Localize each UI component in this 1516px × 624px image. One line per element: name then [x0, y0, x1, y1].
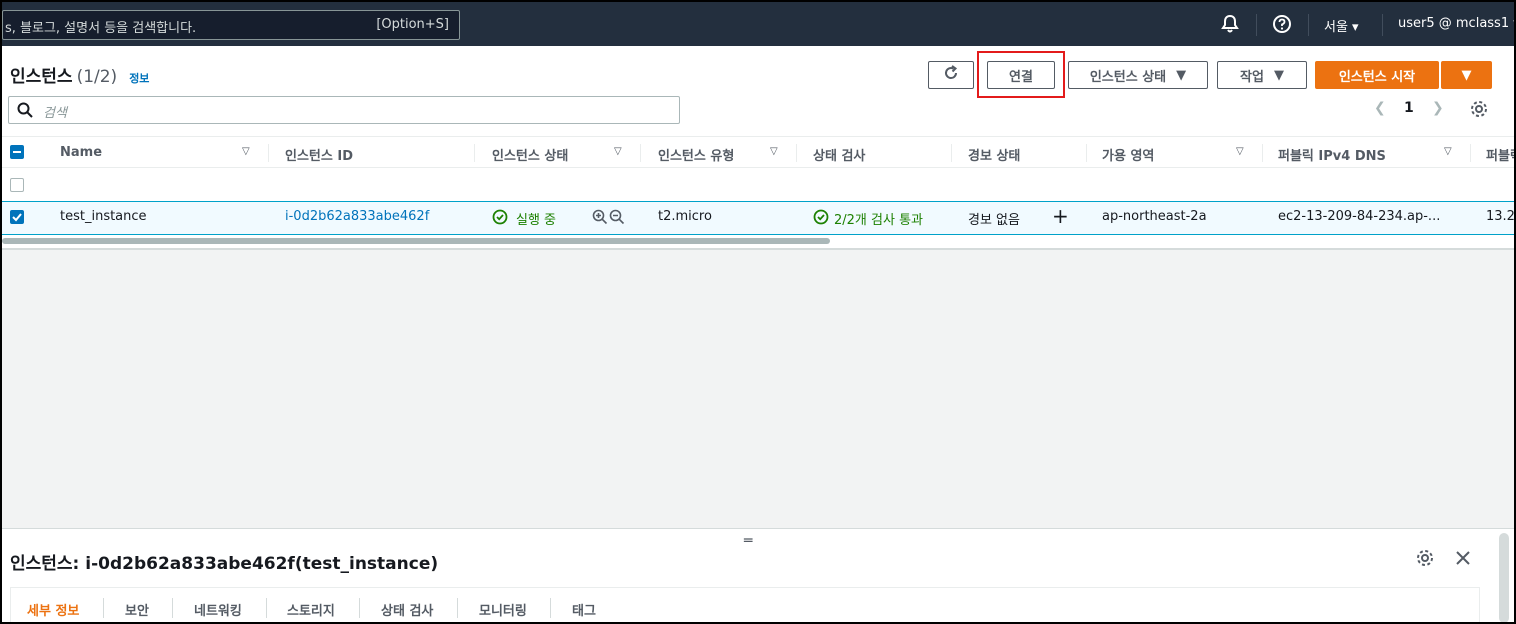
details-title: 인스턴스: i-0d2b62a833abe462f(test_instance)	[10, 554, 439, 574]
launch-instance-label: 인스턴스 시작	[1338, 69, 1416, 85]
nav-divider	[1382, 14, 1383, 36]
tab-details[interactable]: 세부 정보	[27, 600, 79, 619]
column-divider	[640, 144, 641, 162]
filter-input[interactable]: 검색	[8, 96, 680, 124]
page-title: 인스턴스 (1/2) 정보	[10, 62, 149, 87]
prev-page-icon[interactable]: ❮	[1374, 100, 1386, 116]
horizontal-scrollbar[interactable]	[2, 238, 830, 244]
actions-label: 작업	[1240, 69, 1264, 85]
zoom-out-icon[interactable]	[609, 209, 625, 226]
refresh-button[interactable]	[928, 61, 974, 89]
tab-divider	[550, 598, 551, 618]
column-divider	[1086, 144, 1087, 162]
instance-id-link[interactable]: i-0d2b62a833abe462f	[285, 209, 429, 224]
ec2-console: s, 블로그, 설명서 등을 검색합니다. [Option+S] 서울 ▾ us…	[2, 2, 1514, 622]
sort-icon[interactable]: ▽	[614, 146, 622, 157]
filter-placeholder: 검색	[43, 106, 67, 121]
column-divider	[1262, 144, 1263, 162]
caret-down-icon: ▼	[1273, 67, 1284, 83]
add-alarm-icon[interactable]: +	[1052, 204, 1069, 228]
tab-status-checks[interactable]: 상태 검사	[381, 600, 433, 619]
global-search-input[interactable]: s, 블로그, 설명서 등을 검색합니다. [Option+S]	[2, 10, 460, 40]
nav-divider	[1308, 14, 1309, 36]
public-ip: 13.2	[1486, 209, 1514, 224]
details-tabs: 세부 정보 보안 네트워킹 스토리지 상태 검사 모니터링 태그	[10, 587, 1480, 622]
column-header-instance-id[interactable]: 인스턴스 ID	[285, 145, 353, 164]
caret-down-icon: ▼	[1461, 67, 1472, 83]
launch-dropdown-button[interactable]: ▼	[1441, 61, 1492, 89]
gear-icon[interactable]	[1416, 549, 1434, 571]
status-check-result: 2/2개 검사 통과	[834, 213, 923, 228]
select-all-checkbox[interactable]	[10, 145, 24, 159]
tab-networking[interactable]: 네트워킹	[194, 600, 242, 619]
column-divider	[796, 144, 797, 162]
column-header-dns[interactable]: 퍼블릭 IPv4 DNS	[1278, 145, 1386, 164]
table-row[interactable]	[2, 169, 1514, 201]
next-page-icon[interactable]: ❯	[1432, 100, 1444, 116]
actions-button[interactable]: 작업 ▼	[1217, 61, 1307, 89]
column-header-alarm[interactable]: 경보 상태	[968, 145, 1020, 164]
sort-icon[interactable]: ▽	[1444, 146, 1452, 157]
page-number[interactable]: 1	[1404, 100, 1414, 116]
status-check-circle-icon	[813, 209, 829, 226]
tab-divider	[457, 598, 458, 618]
settings-gear-icon[interactable]	[1470, 100, 1488, 122]
help-icon[interactable]	[1272, 14, 1292, 34]
table-row[interactable]: test_instance i-0d2b62a833abe462f 실행 중 t…	[2, 201, 1514, 235]
launch-instance-button[interactable]: 인스턴스 시작	[1315, 61, 1439, 89]
tab-monitoring[interactable]: 모니터링	[479, 600, 527, 619]
row-checkbox[interactable]	[10, 178, 24, 192]
top-navigation: s, 블로그, 설명서 등을 검색합니다. [Option+S] 서울 ▾ us…	[2, 2, 1514, 46]
tab-storage[interactable]: 스토리지	[287, 600, 335, 619]
close-icon[interactable]	[1454, 549, 1472, 571]
column-header-type[interactable]: 인스턴스 유형	[658, 145, 734, 164]
column-divider	[268, 144, 269, 162]
zoom-in-icon[interactable]	[592, 209, 608, 226]
availability-zone: ap-northeast-2a	[1102, 209, 1207, 224]
page-title-text: 인스턴스	[10, 67, 73, 87]
tab-divider	[103, 598, 104, 618]
selection-count: (1/2)	[76, 67, 118, 87]
instance-state-label: 인스턴스 상태	[1089, 69, 1167, 85]
alarm-status: 경보 없음	[968, 213, 1020, 228]
column-header-ip[interactable]: 퍼블릭	[1486, 145, 1514, 164]
instance-state: 실행 중	[516, 213, 557, 228]
global-search-placeholder: s, 블로그, 설명서 등을 검색합니다.	[5, 21, 197, 36]
drag-handle-icon[interactable]: ═	[744, 533, 752, 549]
tab-tags[interactable]: 태그	[572, 600, 596, 619]
tab-security[interactable]: 보안	[125, 600, 149, 619]
instances-panel: 인스턴스 (1/2) 정보 연결 인스턴스 상태 ▼ 작업 ▼ 인스턴스 시작 ▼	[2, 46, 1514, 250]
nav-divider	[1256, 14, 1257, 36]
instance-type: t2.micro	[658, 209, 712, 224]
tab-divider	[359, 598, 360, 618]
column-header-name[interactable]: Name	[60, 145, 102, 160]
column-divider	[1470, 144, 1471, 162]
column-header-state[interactable]: 인스턴스 상태	[492, 145, 568, 164]
public-dns: ec2-13-209-84-234.ap-...	[1278, 209, 1441, 224]
sort-icon[interactable]: ▽	[770, 146, 778, 157]
vertical-scrollbar[interactable]	[1499, 533, 1509, 622]
column-divider	[951, 144, 952, 162]
refresh-icon	[943, 65, 959, 85]
info-link[interactable]: 정보	[129, 72, 149, 85]
bell-icon[interactable]	[1220, 14, 1240, 34]
tab-divider	[172, 598, 173, 618]
account-menu[interactable]: user5 @ mclass1 ▾	[1398, 16, 1514, 31]
region-selector[interactable]: 서울 ▾	[1324, 16, 1359, 35]
instance-state-button[interactable]: 인스턴스 상태 ▼	[1068, 61, 1208, 89]
caret-down-icon: ▼	[1176, 67, 1187, 83]
column-divider	[474, 144, 475, 162]
search-shortcut: [Option+S]	[376, 17, 449, 32]
sort-icon[interactable]: ▽	[242, 146, 250, 157]
instance-name: test_instance	[60, 209, 147, 224]
details-split-panel: ═ 인스턴스: i-0d2b62a833abe462f(test_instanc…	[2, 528, 1514, 622]
connect-highlight-box	[977, 51, 1065, 98]
status-check-circle-icon	[492, 209, 508, 226]
column-header-status-check[interactable]: 상태 검사	[813, 145, 865, 164]
tab-divider	[266, 598, 267, 618]
row-checkbox[interactable]	[10, 210, 24, 224]
sort-icon[interactable]: ▽	[1236, 146, 1244, 157]
column-header-az[interactable]: 가용 영역	[1102, 145, 1154, 164]
table-header: Name ▽ 인스턴스 ID 인스턴스 상태 ▽ 인스턴스 유형 ▽ 상태 검사…	[2, 136, 1514, 168]
